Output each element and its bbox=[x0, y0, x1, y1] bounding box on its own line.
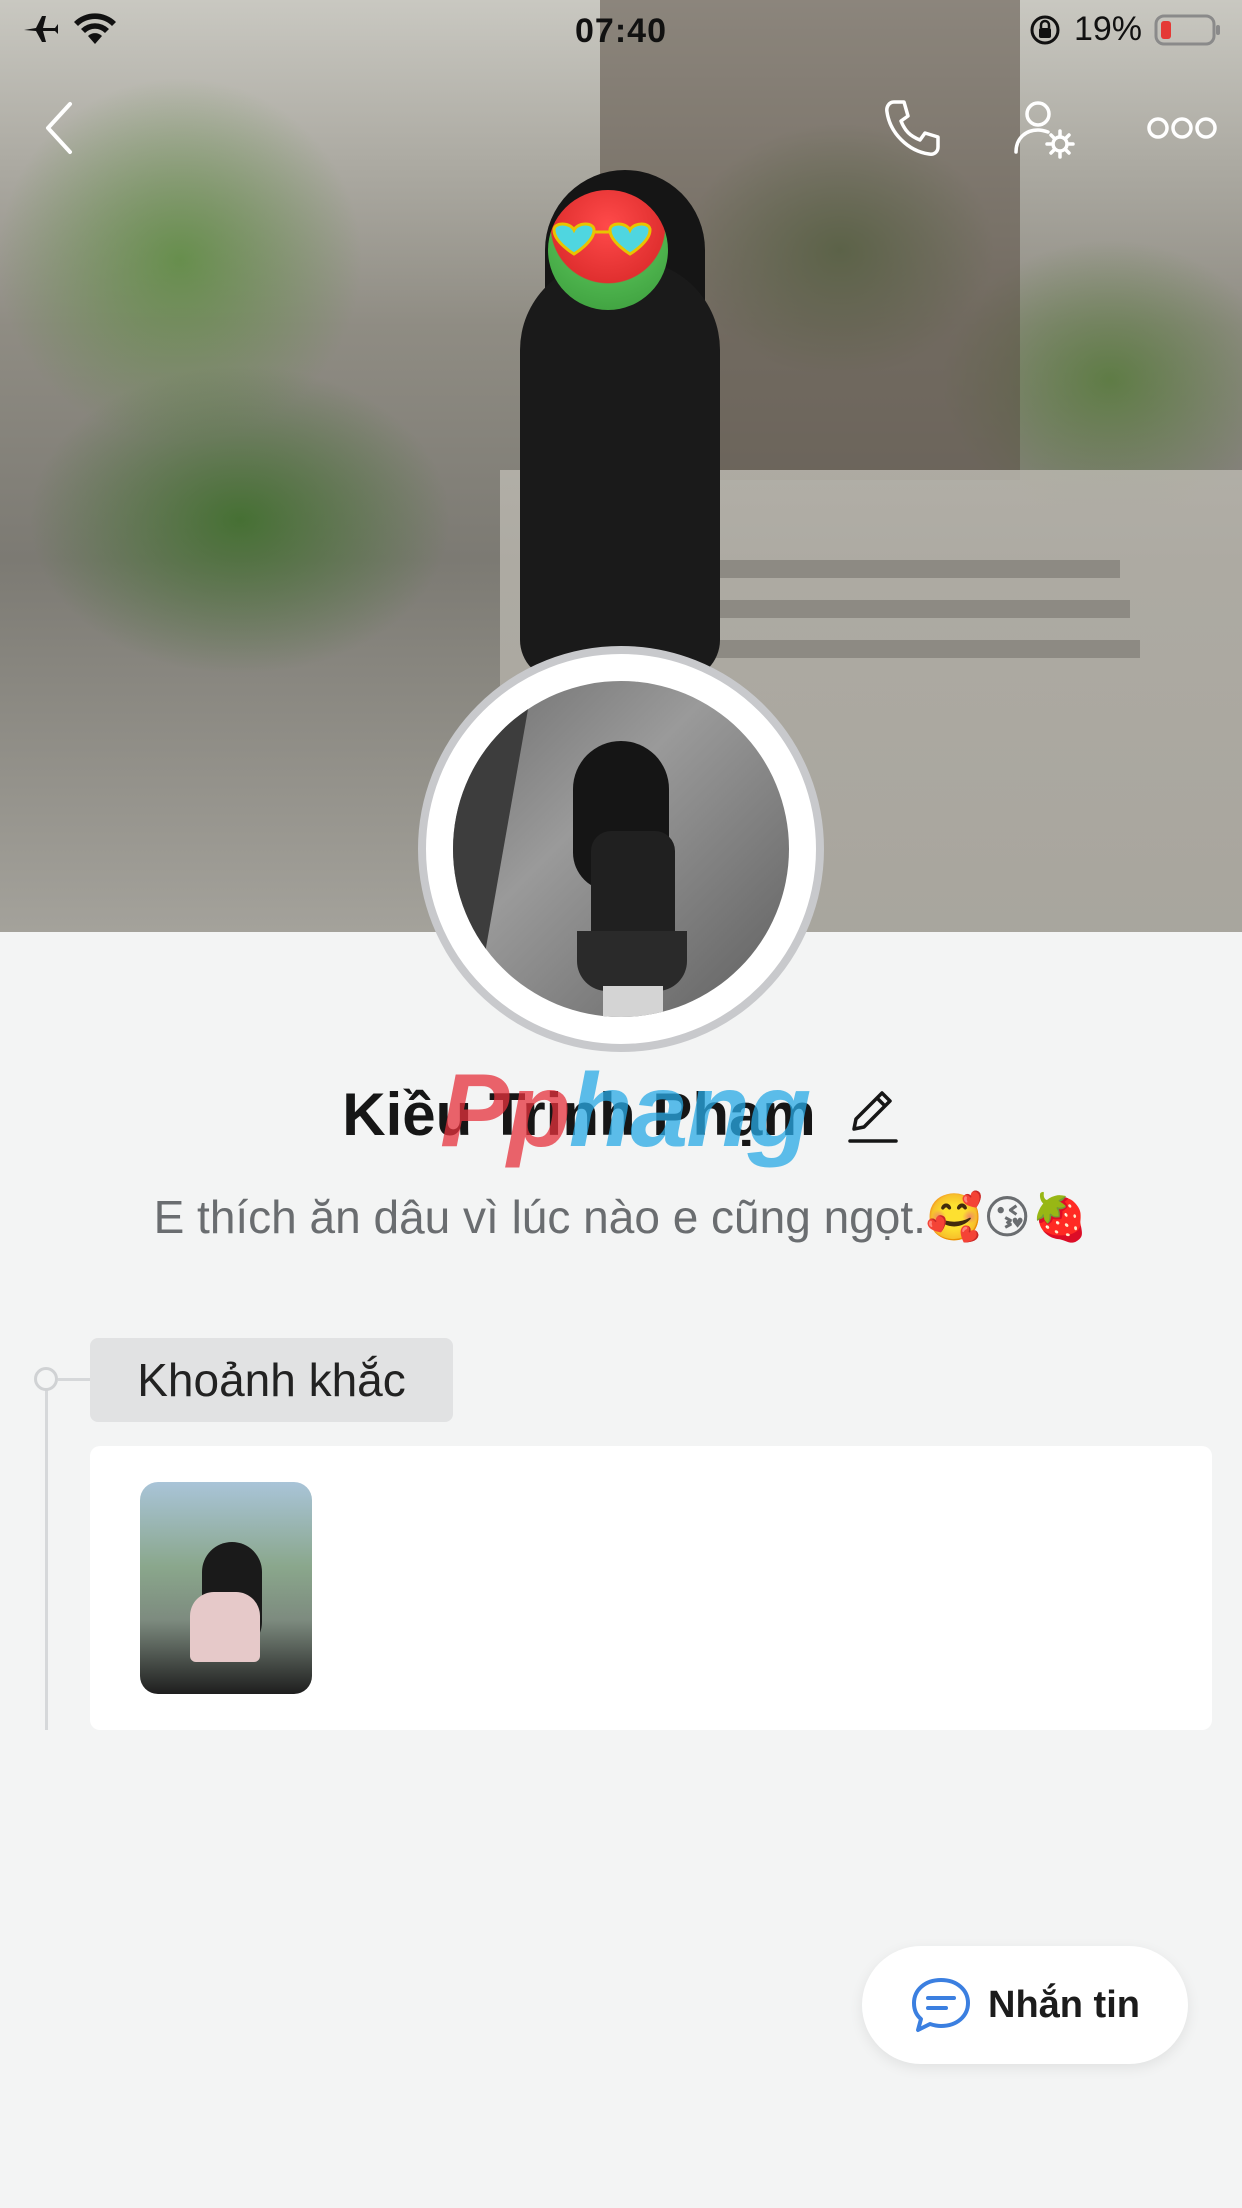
back-icon bbox=[46, 102, 72, 154]
message-button[interactable]: Nhắn tin bbox=[862, 1946, 1188, 2064]
back-button[interactable] bbox=[28, 96, 92, 160]
rotation-lock-icon bbox=[1030, 15, 1060, 44]
timeline-line bbox=[45, 1380, 48, 1730]
profile-name: Kiều Trinh Phạm bbox=[342, 1081, 816, 1148]
battery-percent: 19% bbox=[1073, 10, 1142, 48]
battery-icon bbox=[1154, 14, 1220, 45]
user-settings-icon bbox=[1014, 101, 1075, 159]
moments-label: Khoảnh khắc bbox=[90, 1338, 453, 1422]
more-button[interactable] bbox=[1144, 96, 1220, 160]
status-bar: 07:40 19% bbox=[0, 0, 1242, 62]
edit-name-button[interactable] bbox=[844, 1083, 900, 1147]
timeline-dot bbox=[34, 1367, 58, 1391]
more-icon bbox=[1147, 117, 1217, 139]
moments-card bbox=[90, 1446, 1212, 1730]
timeline-connector bbox=[58, 1378, 90, 1381]
chat-bubble-icon bbox=[912, 1978, 970, 2032]
heart-glasses-sticker bbox=[552, 222, 652, 256]
phone-icon bbox=[885, 100, 940, 156]
call-button[interactable] bbox=[880, 96, 944, 160]
message-button-label: Nhắn tin bbox=[988, 1983, 1140, 2026]
moment-thumbnail[interactable] bbox=[140, 1482, 312, 1694]
name-row: Kiều Trinh Phạm bbox=[0, 1080, 1242, 1149]
user-settings-button[interactable] bbox=[1012, 96, 1076, 160]
avatar-ring[interactable] bbox=[418, 646, 824, 1052]
avatar[interactable] bbox=[453, 681, 789, 1017]
profile-bio: E thích ăn dâu vì lúc nào e cũng ngọt.🥰😘… bbox=[153, 1191, 1089, 1243]
